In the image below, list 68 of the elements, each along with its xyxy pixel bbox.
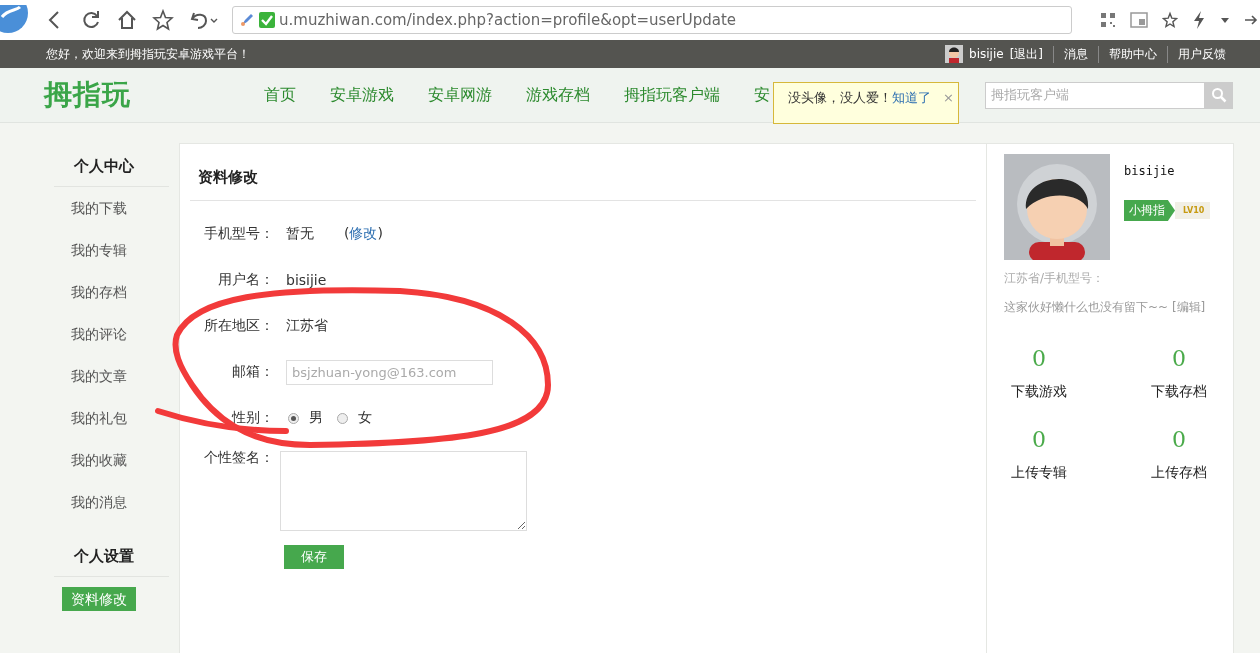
top-link[interactable]: 消息 xyxy=(1053,45,1098,63)
check-icon xyxy=(259,12,275,28)
sidebar-item[interactable]: 我的收藏 xyxy=(71,439,127,481)
stat-label: 上传专辑 xyxy=(1010,464,1068,482)
reload-icon[interactable] xyxy=(80,9,102,31)
home-icon[interactable] xyxy=(116,9,138,31)
field-label: 用户名： xyxy=(217,271,274,289)
field-label: 所在地区： xyxy=(203,317,274,335)
nav-link[interactable]: 安卓网游 xyxy=(428,84,492,106)
radio-button[interactable] xyxy=(337,412,348,424)
field-label: 邮箱： xyxy=(231,363,274,381)
nav-link[interactable]: 安 xyxy=(754,84,770,106)
bio-text: 这家伙好懒什么也没有留下~~ xyxy=(1004,300,1169,314)
nav-link[interactable]: 首页 xyxy=(264,84,296,106)
browser-logo-icon[interactable] xyxy=(0,5,30,35)
sidebar-heading: 个人中心 xyxy=(54,143,169,187)
dismiss-link[interactable]: 知道了 xyxy=(892,90,931,105)
sidebar-item[interactable]: 我的存档 xyxy=(71,271,127,313)
field-value: 江苏省 xyxy=(286,317,328,335)
nav-link[interactable]: 游戏存档 xyxy=(526,84,590,106)
close-button[interactable]: × xyxy=(943,90,954,105)
address-bar[interactable]: u.muzhiwan.com/index.php?action=profile&opt=userUpdate xyxy=(232,6,1072,34)
level-badge: LV10 xyxy=(1175,202,1211,219)
reader-icon[interactable] xyxy=(1130,9,1148,31)
search-icon xyxy=(1211,87,1227,103)
stat-value: 0 xyxy=(1171,346,1187,371)
field-value: bisijie xyxy=(286,272,327,288)
sidebar-item[interactable]: 我的专辑 xyxy=(71,229,127,271)
star-icon[interactable] xyxy=(152,9,174,31)
top-link[interactable]: 用户反馈 xyxy=(1167,45,1236,63)
sidebar-item[interactable]: 我的评论 xyxy=(71,313,127,355)
nav-link[interactable]: 安卓游戏 xyxy=(330,84,394,106)
sidebar-item[interactable]: 资料修改 xyxy=(62,587,136,611)
lightning-icon[interactable] xyxy=(1192,9,1206,31)
field-label: 手机型号： xyxy=(203,225,274,243)
top-link[interactable]: 帮助中心 xyxy=(1098,45,1167,63)
signature-field[interactable] xyxy=(280,451,527,531)
radio-label: 女 xyxy=(358,409,372,427)
sidebar-item[interactable]: 我的下载 xyxy=(71,187,127,229)
stat-label: 下载游戏 xyxy=(1010,383,1068,401)
sidebar-item[interactable]: 我的消息 xyxy=(71,481,127,523)
stat-value: 0 xyxy=(1031,346,1047,371)
save-button[interactable]: 保存 xyxy=(284,545,344,569)
profile-username: bisijie xyxy=(1124,164,1176,178)
nav-link[interactable]: 拇指玩客户端 xyxy=(624,84,720,106)
edit-link[interactable]: [编辑] xyxy=(1171,300,1206,314)
field-value: 暂无 xyxy=(286,225,314,243)
stat-label: 下载存档 xyxy=(1150,383,1208,401)
stat-label: 上传存档 xyxy=(1150,464,1208,482)
edit-link[interactable]: 修改 xyxy=(349,225,378,241)
sidebar-item[interactable]: 我的文章 xyxy=(71,355,127,397)
stat-value: 0 xyxy=(1171,427,1187,452)
sidebar-item[interactable]: 我的礼包 xyxy=(71,397,127,439)
edit-note: (修改) xyxy=(344,225,383,243)
logout-link[interactable]: [退出] xyxy=(1009,45,1043,63)
location-text: 江苏省/手机型号： xyxy=(1004,270,1106,287)
radio-label: 男 xyxy=(309,409,323,427)
radio-button[interactable] xyxy=(288,412,299,424)
stat-value: 0 xyxy=(1031,427,1047,452)
welcome-text: 您好，欢迎来到拇指玩安卓游戏平台！ xyxy=(46,45,250,63)
username-link[interactable]: bisijie xyxy=(969,47,1004,61)
avatar-icon[interactable] xyxy=(945,45,964,63)
form-title: 资料修改 xyxy=(190,144,976,201)
sidebar-heading: 个人设置 xyxy=(54,533,169,577)
field-label: 个性签名： xyxy=(203,449,274,467)
rank-badge: 小拇指 xyxy=(1124,200,1175,221)
field-label: 性别： xyxy=(230,409,274,427)
tooltip-text: 没头像，没人爱！知道了 xyxy=(788,90,931,105)
